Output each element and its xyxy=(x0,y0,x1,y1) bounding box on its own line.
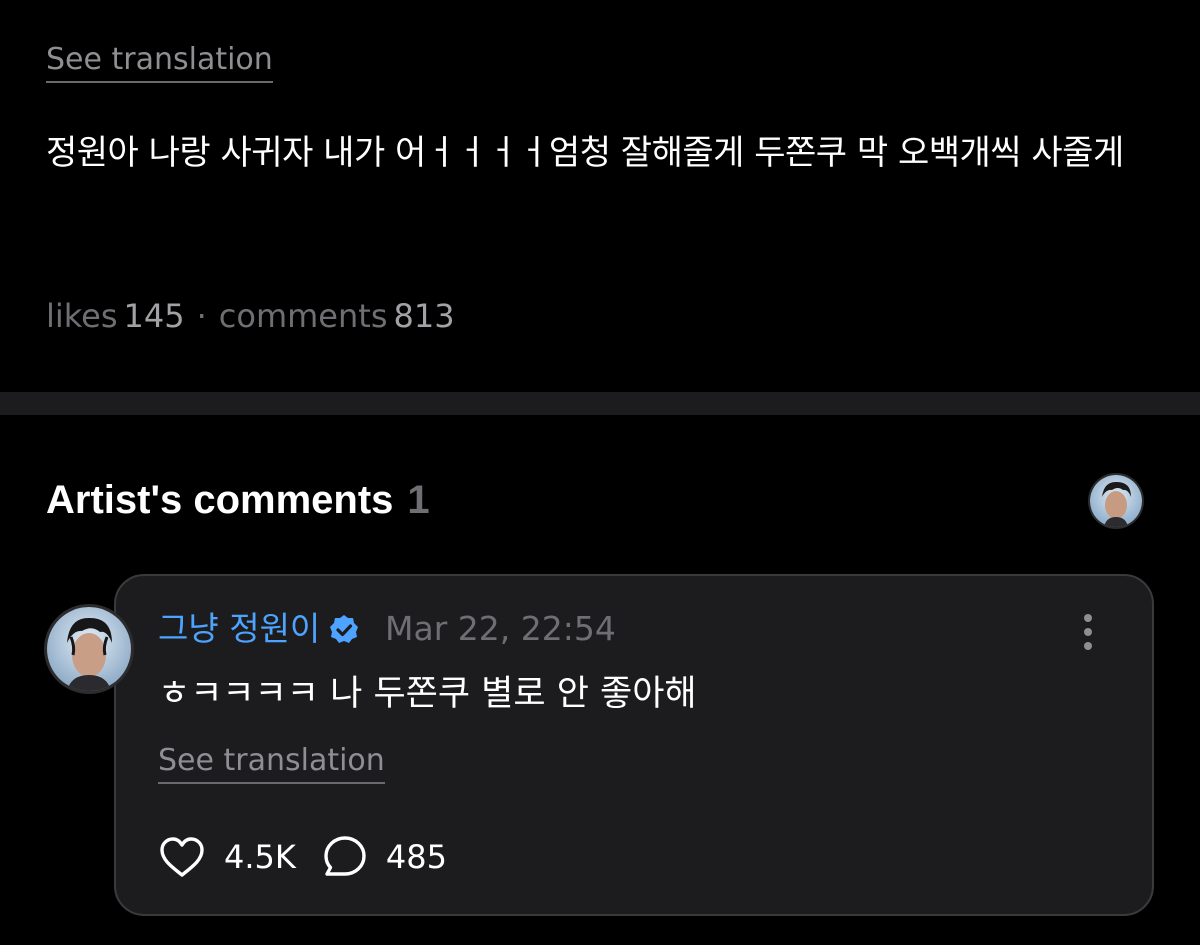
like-count: 4.5K xyxy=(224,838,296,876)
verified-check-icon xyxy=(330,615,358,643)
comment-actions: 4.5K 485 xyxy=(158,834,447,880)
post-section: See translation 정원아 나랑 사귀자 내가 어ㅓㅓㅓㅓ엄청 잘해… xyxy=(0,0,1200,392)
more-vertical-icon[interactable] xyxy=(1072,610,1104,650)
like-button[interactable]: 4.5K xyxy=(158,835,296,879)
comments-label: comments xyxy=(218,297,388,335)
post-body-text: 정원아 나랑 사귀자 내가 어ㅓㅓㅓㅓ엄청 잘해줄게 두쫀쿠 막 오백개씩 사줄… xyxy=(46,133,1124,173)
artist-avatar[interactable] xyxy=(1088,473,1144,529)
avatar-portrait-icon xyxy=(47,607,131,691)
avatar-portrait-icon xyxy=(1090,475,1142,527)
comment-author-avatar[interactable] xyxy=(44,604,134,694)
stats-separator: · xyxy=(196,297,207,335)
comments-count[interactable]: 813 xyxy=(393,297,454,335)
artist-comments-heading: Artist's comments 1 xyxy=(46,474,430,526)
comment-timestamp: Mar 22, 22:54 xyxy=(385,609,616,648)
comment-see-translation-link[interactable]: See translation xyxy=(158,742,385,784)
artist-comments-count: 1 xyxy=(407,478,430,522)
comment-author-name[interactable]: 그냥 정원이 xyxy=(158,608,320,650)
post-stats: likes 145 · comments 813 xyxy=(46,296,455,336)
comment-bubble-icon xyxy=(324,836,366,876)
reply-button[interactable]: 485 xyxy=(322,834,447,880)
reply-count: 485 xyxy=(385,838,447,876)
likes-label: likes xyxy=(46,297,118,335)
artist-comments-title: Artist's comments xyxy=(46,478,394,522)
likes-count[interactable]: 145 xyxy=(124,297,185,335)
comment-text: ㅎㅋㅋㅋㅋ 나 두쫀쿠 별로 안 좋아해 xyxy=(158,674,697,714)
heart-icon xyxy=(160,837,204,877)
see-translation-link[interactable]: See translation xyxy=(46,42,273,83)
section-divider xyxy=(0,392,1200,415)
